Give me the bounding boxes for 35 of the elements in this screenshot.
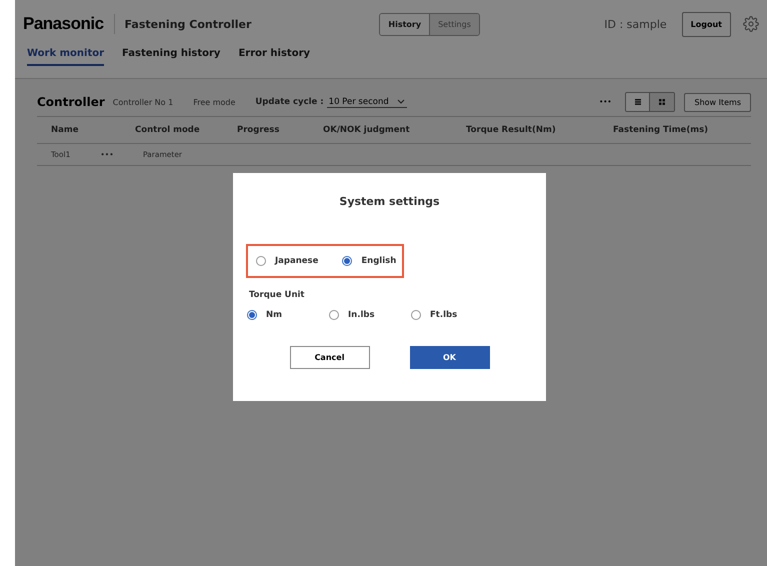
- segment-button[interactable]: History: [380, 14, 430, 34]
- user-id: ID : sample: [604, 18, 667, 30]
- list-icon: [634, 99, 641, 105]
- nav-tab[interactable]: Fastening history: [122, 48, 220, 66]
- show-items-button[interactable]: Show Items: [684, 92, 751, 112]
- column-header: Name: [50, 125, 80, 135]
- settings-icon[interactable]: [743, 16, 759, 32]
- grid-view-button[interactable]: [650, 93, 674, 111]
- controller-name: Controller No 1: [112, 98, 174, 106]
- cycle-label: Update cycle :: [255, 97, 324, 107]
- section-title: Controller: [37, 95, 105, 109]
- column-header: Progress: [236, 125, 280, 135]
- dialog-title: System settings: [339, 195, 440, 208]
- radio-option[interactable]: Nm: [247, 310, 329, 320]
- radio-option[interactable]: Ft.lbs: [411, 310, 493, 320]
- column-header: Control mode: [134, 125, 201, 135]
- mode-label: Free mode: [193, 98, 236, 106]
- column-header: OK/NOK judgment: [322, 125, 411, 135]
- list-view-button[interactable]: [626, 93, 650, 111]
- logout-button[interactable]: Logout: [682, 12, 731, 36]
- column-header: Fastening Time(ms): [612, 125, 710, 135]
- ok-button[interactable]: OK: [410, 346, 490, 369]
- app-title: Fastening Controller: [124, 18, 252, 30]
- column-header: Torque Result(Nm): [465, 125, 557, 135]
- brand-logo: Panasonic: [23, 14, 115, 34]
- cancel-button[interactable]: Cancel: [290, 346, 370, 369]
- nav-tab[interactable]: Error history: [238, 48, 310, 66]
- nav-tab[interactable]: Work monitor: [27, 48, 104, 66]
- grid-icon: [659, 99, 666, 105]
- torque-unit-label: Torque Unit: [249, 290, 306, 300]
- radio-option[interactable]: English: [342, 256, 396, 266]
- radio-option[interactable]: In.lbs: [329, 310, 411, 320]
- radio-option[interactable]: Japanese: [256, 256, 318, 266]
- cycle-dropdown[interactable]: 10 Per second: [326, 96, 407, 108]
- chevron-down-icon: [396, 99, 405, 104]
